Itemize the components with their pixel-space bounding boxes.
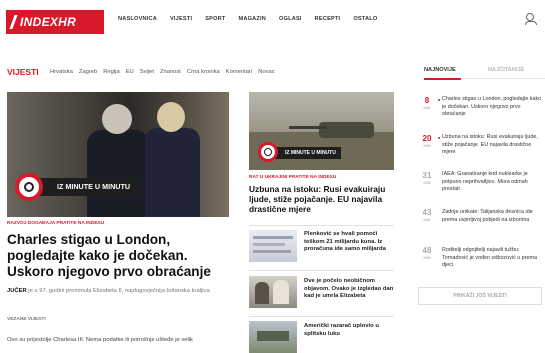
article-thumbnail[interactable] xyxy=(249,276,297,308)
nav-item-vijesti[interactable]: VIJESTI xyxy=(170,16,192,22)
news-time-value: 31 xyxy=(422,171,432,180)
news-time-unit: MIN xyxy=(423,256,431,260)
site-logo[interactable]: INDEXHR xyxy=(6,10,104,34)
thumb-detail xyxy=(253,236,293,239)
hero-image[interactable]: IZ MINUTE U MINUTU xyxy=(7,92,229,217)
news-dot-icon xyxy=(438,99,440,101)
subnav-item-znanost[interactable]: Znanost xyxy=(160,69,181,75)
news-item[interactable]: Zadnje unikate: Talijanska desnica ide p… xyxy=(442,209,545,224)
middle-title[interactable]: Uzbuna na istoku: Rusi evakuiraju ljude,… xyxy=(249,184,394,214)
article-title[interactable]: Plenković se hvali pomoći teškom 21 mili… xyxy=(304,231,399,254)
live-badge-small-icon xyxy=(258,142,278,162)
middle-kicker: RAT U UKRAJINI PRATITE NA INDEXU xyxy=(249,175,337,180)
thumb-detail xyxy=(257,331,289,341)
subnav-item-crna-kronika[interactable]: Crna kronika xyxy=(187,69,220,75)
tab-divider xyxy=(461,78,545,79)
news-time-unit: MIN xyxy=(423,106,431,110)
thumb-detail xyxy=(255,282,269,304)
news-time-unit: MIN xyxy=(423,144,431,148)
news-time-unit: MIN xyxy=(423,181,431,185)
live-badge-inner xyxy=(24,182,34,192)
divider xyxy=(249,225,394,226)
divider xyxy=(249,270,394,271)
tab-latest[interactable]: NAJNOVIJE xyxy=(424,67,456,73)
hero-summary-text: je u 97. godini preminula Elizabeta II, … xyxy=(28,288,210,294)
hero-figure-right-head xyxy=(157,102,185,132)
hero-figure-right xyxy=(145,128,200,217)
related-item[interactable]: Ovo su prijestolje Charlesa III. Nema po… xyxy=(7,337,229,343)
main-nav: NASLOVNICA VIJESTI SPORT MAGAZIN OGLASI … xyxy=(118,16,390,22)
live-badge-icon xyxy=(15,173,43,201)
article-title[interactable]: Dve je počelo neobičnom objavom. Ovako j… xyxy=(304,278,399,301)
hero-summary: JUČER je u 97. godini preminula Elizabet… xyxy=(7,287,222,295)
news-dot-icon xyxy=(438,137,440,139)
logo-text: INDEXHR xyxy=(20,15,77,29)
related-label: VEZANE VIJESTI xyxy=(7,317,46,322)
show-more-button[interactable]: PRIKAŽI JOŠ VIJESTI xyxy=(418,287,542,305)
subnav-item-svijet[interactable]: Svijet xyxy=(140,69,154,75)
image-tank-barrel xyxy=(289,126,327,129)
subnav-item-komentari[interactable]: Komentari xyxy=(226,69,252,75)
hero-figure-left-head xyxy=(102,104,132,134)
live-banner-small: IZ MINUTE U MINUTU xyxy=(271,147,341,159)
subnav-item-eu[interactable]: EU xyxy=(126,69,134,75)
hero-title[interactable]: Charles stigao u London, pogledajte kako… xyxy=(7,232,229,280)
live-banner: IZ MINUTE U MINUTU xyxy=(29,178,137,196)
subnav-item-zagreb[interactable]: Zagreb xyxy=(79,69,97,75)
subnav-item-hrvatska[interactable]: Hrvatska xyxy=(50,69,73,75)
thumb-detail xyxy=(273,280,289,304)
news-item[interactable]: Roditelji odgojitelji najavili tužbu: To… xyxy=(442,247,545,270)
section-subnav: Hrvatska Zagreb Regija EU Svijet Znanost… xyxy=(50,69,281,75)
image-tank xyxy=(319,122,374,138)
nav-item-ostalo[interactable]: OSTALO xyxy=(353,16,377,22)
nav-item-recepti[interactable]: RECEPTI xyxy=(315,16,341,22)
article-thumbnail[interactable] xyxy=(249,230,297,262)
middle-image[interactable]: IZ MINUTE U MINUTU xyxy=(249,92,394,170)
nav-item-oglasi[interactable]: OGLASI xyxy=(279,16,302,22)
hero-kicker: RAZVOJ DOGAĐAJA PRATITE NA INDEXU xyxy=(7,221,105,226)
tab-most-read[interactable]: NAJČITANIJE xyxy=(488,67,524,73)
nav-item-sport[interactable]: SPORT xyxy=(205,16,225,22)
thumb-detail xyxy=(253,243,285,246)
news-item[interactable]: IAEA: Granatiranje kod nuklearke je potp… xyxy=(442,171,545,194)
news-time-unit: MIN xyxy=(423,218,431,222)
divider xyxy=(249,316,394,317)
section-title[interactable]: VIJESTI xyxy=(7,67,39,77)
news-item[interactable]: Charles stigao u London, pogledajte kako… xyxy=(442,96,545,119)
thumb-detail xyxy=(253,250,291,253)
nav-item-naslovnica[interactable]: NASLOVNICA xyxy=(118,16,157,22)
news-time-value: 20 xyxy=(422,134,432,143)
nav-item-magazin[interactable]: MAGAZIN xyxy=(239,16,267,22)
article-thumbnail[interactable] xyxy=(249,321,297,353)
subnav-item-regija[interactable]: Regija xyxy=(103,69,119,75)
article-title[interactable]: Američki razarač uplovio u splitsku luku xyxy=(304,323,399,338)
user-icon[interactable] xyxy=(525,13,537,25)
tab-active-indicator xyxy=(424,78,461,80)
live-badge-small-inner xyxy=(264,148,272,156)
subnav-item-novac[interactable]: Novac xyxy=(258,69,274,75)
news-time-value: 8 xyxy=(424,96,430,105)
logo-mark-icon xyxy=(9,15,18,29)
news-time-value: 43 xyxy=(422,208,432,217)
news-time-value: 48 xyxy=(422,246,432,255)
news-item[interactable]: Uzbuna na istoku: Rusi evakuiraju ljude,… xyxy=(442,134,545,157)
hero-summary-lead: JUČER xyxy=(7,288,27,294)
hero-figure-left xyxy=(87,130,149,217)
